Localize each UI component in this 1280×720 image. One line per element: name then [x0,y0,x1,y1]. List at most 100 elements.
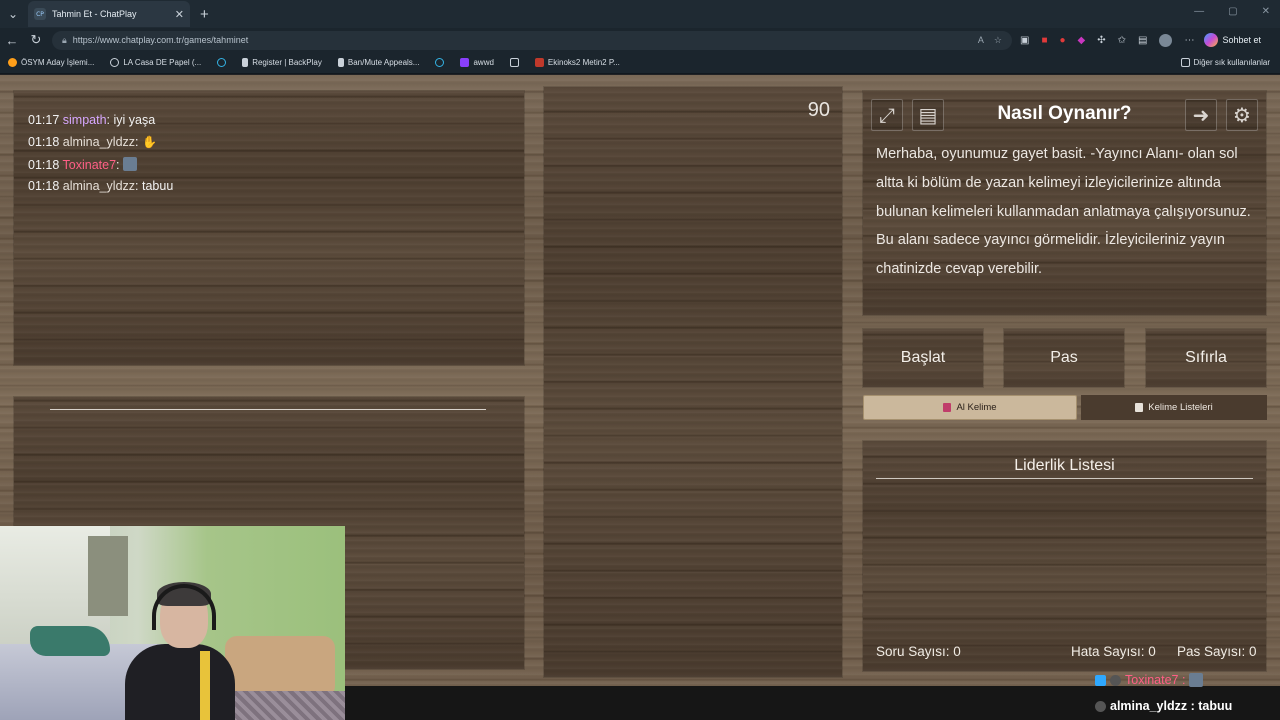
badge-icon [1095,700,1106,712]
tab-label: Kelime Listeleri [1148,402,1213,413]
overlay-message: almina_yldzz : tabuu [1095,699,1232,713]
read-aloud-icon[interactable]: A [978,35,984,46]
bookmark-other-folder[interactable]: Diğer sık kullanılanlar [1180,58,1270,67]
sticker-emote-icon [1189,673,1204,687]
pink-extension-icon[interactable]: ◆ [1078,35,1086,46]
chat-text: iyi yaşa [113,113,156,127]
howto-panel: ⤢ ▤ Nasıl Oynanır? ➜ ⚙ Merhaba, oyunumuz… [863,91,1266,315]
browser-tab-bar: ⌄ CP Tahmin Et - ChatPlay ✕ + — ▢ ✕ [0,0,1280,28]
bookmark-ban-mute[interactable]: Ban/Mute Appeals... [337,58,420,67]
chat-time: 01:18 [28,158,60,172]
bookmark-icon [8,58,17,67]
exit-icon[interactable]: ➜ [1185,99,1217,131]
stream-chat-overlay: Toxinate7 : almina_yldzz : tabuu [345,673,1280,720]
window-controls: — ▢ ✕ [1194,6,1270,17]
backplay-icon [242,58,249,67]
page-icon [509,58,519,67]
chat-sep: : [135,135,139,149]
bookmark-register-backplay[interactable]: Register | BackPlay [242,58,322,67]
bookmark-label: Diğer sık kullanılanlar [1193,58,1270,67]
question-count: Soru Sayısı: 0 [876,644,961,659]
new-tab-plus-icon[interactable]: + [200,6,209,23]
reload-icon[interactable]: ↻ [24,32,48,48]
chat-user: Toxinate7 [62,158,117,172]
chat-time: 01:18 [28,179,60,193]
settings-gear-icon[interactable]: ⚙ [1226,99,1258,131]
bookmark-osym[interactable]: ÖSYM Aday İşlemi... [8,58,94,67]
howto-text: Merhaba, oyunumuz gayet basit. -Yayıncı … [876,146,1251,278]
back-arrow-icon[interactable]: ← [0,33,24,48]
url-text: https://www.chatplay.com.tr/games/tahmin… [72,35,249,45]
overlay-user: Toxinate7 : [1125,673,1186,687]
leaderboard-panel: Liderlik Listesi [863,441,1266,671]
chat-message: 01:18 almina_yldzz: ✋ [28,135,157,149]
collections-icon[interactable]: ▤ [1138,35,1147,46]
word-divider [50,409,486,410]
extensions: ▣ ■ ● ◆ ✣ ✩ ▤ ⋯ [1020,33,1194,47]
youtube-extension-icon[interactable]: ■ [1041,35,1047,46]
favorite-star-icon[interactable]: ☆ [994,35,1002,46]
tab-get-word[interactable]: Al Kelime [863,395,1077,420]
tab-menu-chevron-icon[interactable]: ⌄ [0,0,26,28]
favorites-icon[interactable]: ✩ [1118,35,1126,46]
bookmark-label: ÖSYM Aday İşlemi... [21,58,95,67]
list-icon [1135,403,1144,412]
reset-button[interactable]: Sıfırla [1146,329,1266,387]
bookmark-page[interactable] [509,58,519,67]
word-icon [943,403,952,412]
record-extension-icon[interactable]: ● [1060,35,1066,46]
tab-favicon-icon: CP [34,8,46,20]
profile-avatar[interactable] [1159,33,1173,47]
webcam-feed [0,526,345,720]
tab-title: Tahmin Et - ChatPlay [52,9,137,19]
bookmark-label: Ban/Mute Appeals... [347,58,420,67]
screenshot-extension-icon[interactable]: ▣ [1020,35,1029,46]
more-menu-icon[interactable]: ⋯ [1184,35,1194,46]
lock-icon: 🔒︎ [62,34,67,45]
tab-word-lists[interactable]: Kelime Listeleri [1081,395,1267,420]
maximize-icon[interactable]: ▢ [1228,6,1237,17]
bookmark-label: Ekinoks2 Metin2 P... [547,58,620,67]
tab-close-icon[interactable]: ✕ [175,8,184,21]
chat-user: almina_yldzz [62,179,136,193]
chat-time: 01:18 [28,135,60,149]
bookmark-chatgpt-2[interactable] [435,58,445,67]
openai-icon [435,58,445,67]
overlay-text: almina_yldzz : tabuu [1110,699,1233,713]
copilot-chat-button[interactable]: Sohbet et [1204,33,1261,47]
folder-icon [1180,58,1190,67]
appeals-icon [337,58,344,67]
badge-icon [1110,674,1121,686]
answers-panel: 90 [544,87,842,677]
chat-sep: : [116,158,120,172]
chat-user: simpath [62,113,107,127]
leaderboard-title: Liderlik Listesi [1014,457,1115,474]
chat-sep: : [106,113,111,127]
chat-sep: : [135,179,139,193]
bookmark-label: awwd [473,58,494,67]
countdown-timer: 90 [807,99,830,121]
extensions-puzzle-icon[interactable]: ✣ [1097,35,1105,46]
close-window-icon[interactable]: ✕ [1262,6,1270,17]
chat-text: tabuu [142,179,174,193]
bookmark-ekinoks[interactable]: Ekinoks2 Metin2 P... [534,58,620,67]
browser-tab[interactable]: CP Tahmin Et - ChatPlay ✕ [28,1,190,27]
webcam-person-body [125,644,235,720]
start-button[interactable]: Başlat [863,329,983,387]
bookmark-label: LA Casa DE Papel (... [123,58,202,67]
chat-panel: 01:17 simpath: iyi yaşa 01:18 almina_yld… [14,91,524,365]
bookmark-chatgpt[interactable] [217,58,227,67]
ekinoks-icon [534,58,544,67]
bookmark-label: Register | BackPlay [252,58,322,67]
minimize-icon[interactable]: — [1194,6,1204,17]
bookmark-la-casa[interactable]: LA Casa DE Papel (... [110,58,201,67]
bookmark-awwd[interactable]: awwd [460,58,494,67]
copilot-icon [1204,33,1219,47]
tab-label: Al Kelime [956,402,997,413]
url-field[interactable]: 🔒︎ https://www.chatplay.com.tr/games/tah… [52,30,1012,50]
copilot-label: Sohbet et [1222,35,1262,45]
bookmarks-bar: ÖSYM Aday İşlemi... LA Casa DE Papel (..… [0,52,1280,74]
pass-count: Pas Sayısı: 0 [1177,644,1257,659]
pass-button[interactable]: Pas [1004,329,1124,387]
address-bar-row: ← ↻ 🔒︎ https://www.chatplay.com.tr/games… [0,28,1280,52]
